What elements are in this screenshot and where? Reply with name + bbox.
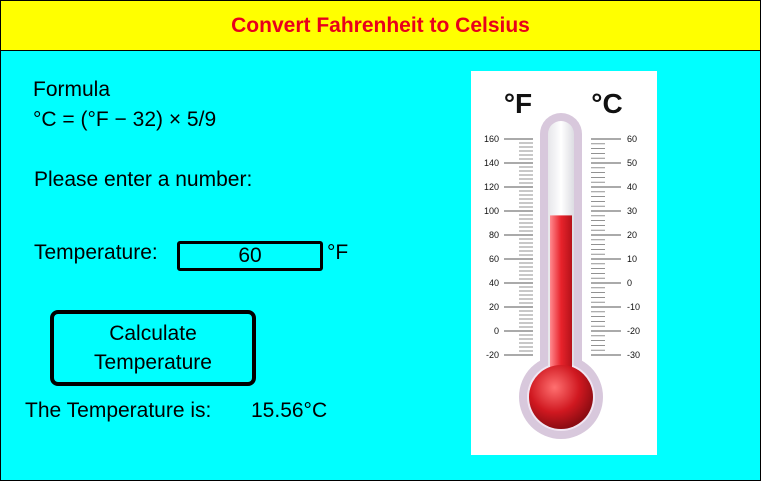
fahrenheit-tick-label: 140 — [484, 158, 499, 168]
formula-heading: Formula — [33, 78, 111, 101]
thermometer-bulb — [529, 365, 593, 429]
fahrenheit-tick-label: 100 — [484, 206, 499, 216]
temperature-label: Temperature: — [34, 241, 158, 264]
calculate-button-label: Calculate Temperature — [94, 322, 212, 374]
result-value: 15.56°C — [251, 399, 328, 422]
fahrenheit-scale-label: °F — [504, 88, 532, 119]
fahrenheit-tick-label: 160 — [484, 134, 499, 144]
thermometer-liquid — [550, 215, 572, 387]
title-bar: Convert Fahrenheit to Celsius — [1, 1, 760, 51]
temperature-input[interactable] — [177, 241, 323, 271]
celsius-tick-label: 20 — [627, 230, 637, 240]
input-prompt: Please enter a number: — [34, 168, 253, 191]
celsius-tick-label: 60 — [627, 134, 637, 144]
app-window: Convert Fahrenheit to Celsius Formula °C… — [0, 0, 761, 481]
unit-label: °F — [327, 241, 349, 264]
celsius-tick-label: 10 — [627, 254, 637, 264]
celsius-tick-label: -20 — [627, 326, 640, 336]
celsius-tick-label: 30 — [627, 206, 637, 216]
fahrenheit-tick-label: 60 — [489, 254, 499, 264]
celsius-tick-label: 0 — [627, 278, 632, 288]
page-title: Convert Fahrenheit to Celsius — [231, 13, 530, 37]
celsius-tick-label: -30 — [627, 350, 640, 360]
celsius-tick-label: 40 — [627, 182, 637, 192]
thermometer-graphic: °F °C 160140120100806040200-206050403020… — [484, 88, 640, 439]
fahrenheit-tick-label: 0 — [494, 326, 499, 336]
fahrenheit-tick-label: 120 — [484, 182, 499, 192]
celsius-scale-label: °C — [591, 88, 622, 119]
fahrenheit-tick-label: 40 — [489, 278, 499, 288]
celsius-tick-label: 50 — [627, 158, 637, 168]
result-label: The Temperature is: — [25, 399, 212, 422]
celsius-tick-label: -10 — [627, 302, 640, 312]
calculate-temperature-button[interactable]: Calculate Temperature — [50, 310, 256, 386]
fahrenheit-tick-label: -20 — [486, 350, 499, 360]
fahrenheit-tick-label: 80 — [489, 230, 499, 240]
formula-expression: °C = (°F − 32) × 5/9 — [33, 108, 217, 131]
thermometer-image: °F °C 160 140 120 100 80 60 40 20 0 -20 60 50 40 30 20… — [471, 71, 657, 455]
fahrenheit-tick-label: 20 — [489, 302, 499, 312]
